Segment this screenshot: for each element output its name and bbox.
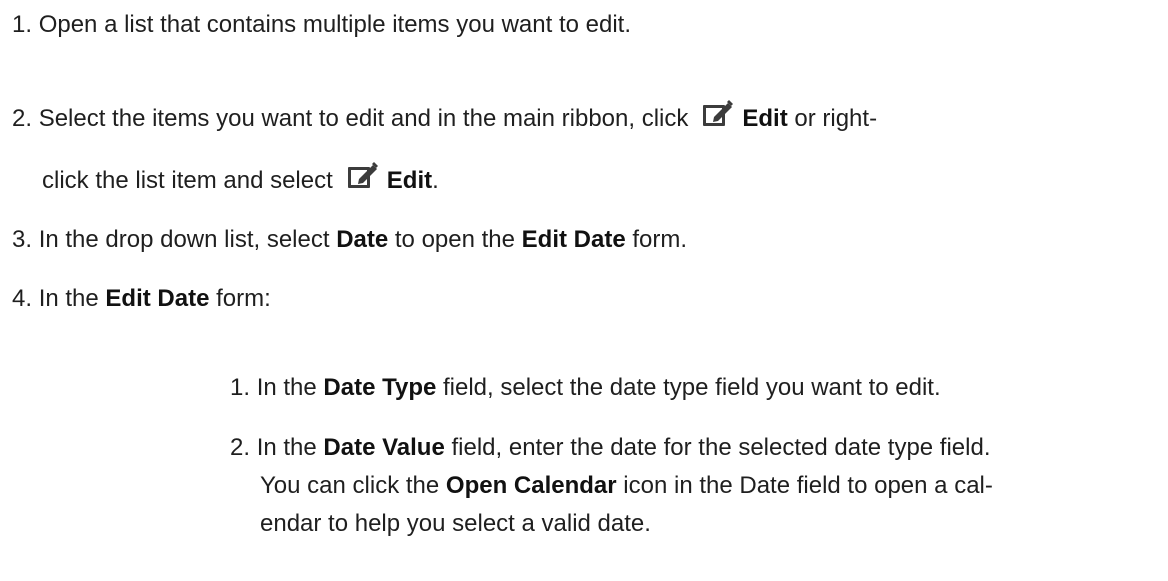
step-number: 3.	[12, 226, 33, 253]
substep-number: 1.	[230, 374, 251, 401]
substep-2: 2. In the Date Value field, enter the da…	[230, 433, 991, 463]
step-text: to open the	[394, 226, 515, 253]
substep-text: In the	[256, 374, 317, 401]
substep-text: In the	[256, 434, 317, 461]
date-value-field-label: Date Value	[323, 434, 445, 461]
edit-date-form-label: Edit Date	[521, 226, 626, 253]
step-text: or right-	[794, 105, 878, 132]
substep-number: 2.	[230, 434, 251, 461]
edit-date-form-label: Edit Date	[105, 285, 210, 312]
edit-icon	[702, 100, 734, 128]
date-label: Date	[336, 226, 389, 253]
substep-1: 1. In the Date Type field, select the da…	[230, 373, 941, 403]
step-number: 1.	[12, 11, 33, 38]
substep-2-continued: endar to help you select a valid date.	[260, 509, 651, 539]
period: .	[432, 167, 439, 194]
edit-icon	[347, 162, 379, 190]
step-1: 1. Open a list that contains multiple it…	[12, 10, 631, 40]
substep-text: field, enter the date for the selected d…	[451, 434, 991, 461]
step-text: Select the items you want to edit and in…	[38, 105, 689, 132]
step-3: 3. In the drop down list, select Date to…	[12, 225, 687, 255]
procedure-document: 1. Open a list that contains multiple it…	[0, 0, 1168, 581]
step-4: 4. In the Edit Date form:	[12, 284, 271, 314]
substep-text: icon in the Date field to open a cal-	[623, 472, 993, 499]
step-text: Open a list that contains multiple items…	[38, 11, 631, 38]
substep-text: You can click the	[260, 472, 440, 499]
step-text: form.	[632, 226, 688, 253]
step-text: In the drop down list, select	[38, 226, 330, 253]
edit-label: Edit	[386, 167, 433, 194]
edit-label: Edit	[742, 105, 788, 132]
step-text: In the	[38, 285, 99, 312]
substep-text: field, select the date type field you wa…	[443, 374, 941, 401]
date-type-field-label: Date Type	[323, 374, 437, 401]
step-text: click the list item and select	[42, 167, 333, 194]
substep-2-continued: You can click the Open Calendar icon in …	[260, 471, 993, 501]
step-number: 2.	[12, 105, 33, 132]
step-text: form:	[216, 285, 271, 312]
open-calendar-label: Open Calendar	[445, 472, 617, 499]
step-number: 4.	[12, 285, 33, 312]
substep-text: endar to help you select a valid date.	[260, 510, 651, 537]
step-2: 2. Select the items you want to edit and…	[12, 100, 877, 134]
step-2-continued: click the list item and select Edit.	[42, 162, 439, 196]
